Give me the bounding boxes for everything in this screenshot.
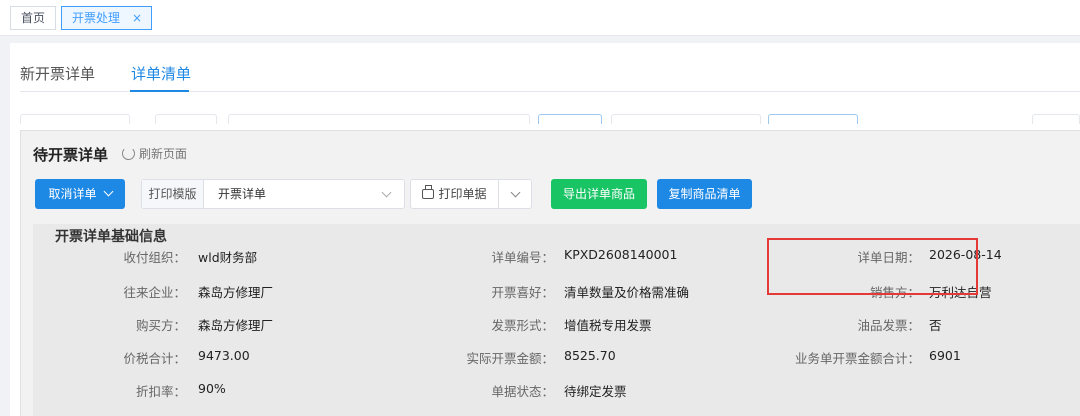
buyer-value: 森岛方修理厂	[198, 318, 274, 333]
tax-total-label: 价税合计：	[123, 351, 186, 366]
panel-title: 待开票详单	[33, 146, 109, 164]
biz-total-label: 业务单开票金额合计：	[794, 351, 920, 366]
oil-invoice-label: 油品发票：	[857, 318, 920, 333]
highlight-annotation	[767, 238, 978, 295]
print-dropdown-toggle[interactable]	[510, 187, 521, 198]
invoice-form-label: 发票形式：	[491, 318, 554, 333]
actual-amount-label: 实际开票金额：	[466, 351, 554, 366]
preference-value: 清单数量及价格需准确	[564, 285, 690, 300]
close-icon[interactable]: ×	[132, 7, 142, 29]
preference-label: 开票喜好：	[491, 285, 554, 300]
partner-label: 往来企业：	[123, 285, 186, 300]
print-document-button[interactable]: 打印单据	[411, 180, 499, 208]
refresh-icon	[122, 147, 135, 160]
print-template-select[interactable]: 打印模版 开票详单	[141, 179, 405, 209]
tab-home[interactable]: 首页	[10, 6, 56, 30]
cancel-detail-label: 取消详单	[48, 187, 97, 201]
cancel-detail-button[interactable]: 取消详单	[35, 179, 125, 209]
tab-bar: 首页 开票处理 ×	[0, 0, 1080, 36]
copy-items-button[interactable]: 复制商品清单	[657, 179, 752, 209]
tax-total-value: 9473.00	[198, 348, 250, 363]
active-subtab-indicator	[130, 90, 189, 92]
filter-field	[155, 114, 217, 124]
discount-label: 折扣率：	[135, 384, 186, 399]
filter-field	[1032, 114, 1080, 124]
main-content: 新开票详单 详单清单 待开票详单 刷新页面 取消详单 打印模版 开票详单 打印单…	[10, 43, 1080, 416]
refresh-label: 刷新页面	[139, 147, 188, 161]
detail-no-value: KPXD2608140001	[564, 247, 678, 262]
print-template-value: 开票详单	[218, 187, 267, 201]
filter-field	[20, 114, 130, 124]
invoice-form-value: 增值税专用发票	[564, 318, 652, 333]
status-value: 待绑定发票	[564, 384, 627, 399]
pay-org-value: wld财务部	[198, 250, 258, 265]
oil-invoice-value: 否	[929, 318, 942, 333]
actual-amount-value: 8525.70	[564, 348, 616, 363]
export-items-button[interactable]: 导出详单商品	[551, 179, 647, 209]
printer-icon	[422, 185, 435, 199]
filter-field	[611, 114, 761, 124]
chevron-down-icon	[103, 186, 113, 197]
tab-invoice-processing[interactable]: 开票处理 ×	[61, 6, 152, 30]
subtab-new-detail[interactable]: 新开票详单	[20, 63, 95, 84]
subtab-detail-list[interactable]: 详单清单	[131, 63, 191, 84]
detail-no-label: 详单编号：	[491, 250, 554, 265]
partner-value: 森岛方修理厂	[198, 285, 274, 300]
biz-total-value: 6901	[929, 348, 961, 363]
pay-org-label: 收付组织：	[123, 250, 186, 265]
chevron-down-icon	[381, 187, 392, 198]
status-label: 单据状态：	[491, 384, 554, 399]
filter-field	[538, 114, 602, 124]
discount-value: 90%	[198, 381, 226, 396]
filter-field	[228, 114, 530, 124]
tab-invoice-processing-label: 开票处理	[72, 11, 121, 25]
filter-field	[768, 114, 858, 124]
print-button-group: 打印单据	[410, 179, 532, 209]
buyer-label: 购买方：	[135, 318, 186, 333]
info-section-title: 开票详单基础信息	[55, 229, 167, 245]
print-template-label: 打印模版	[142, 180, 204, 208]
print-document-label: 打印单据	[438, 187, 487, 201]
refresh-button[interactable]: 刷新页面	[122, 145, 187, 162]
